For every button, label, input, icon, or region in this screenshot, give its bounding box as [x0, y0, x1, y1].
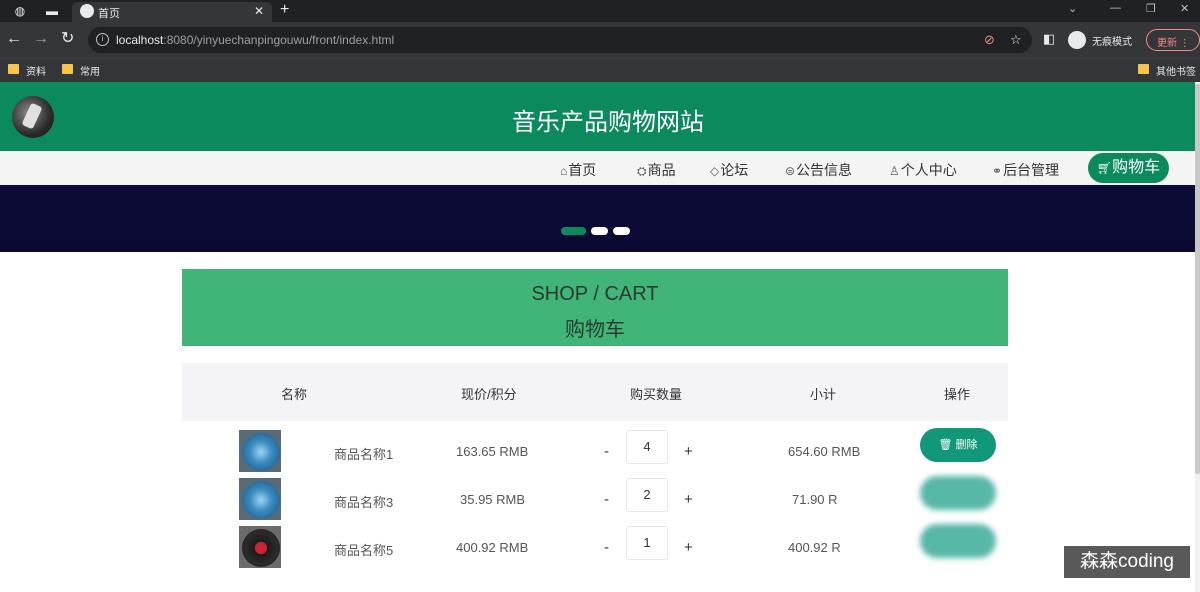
tag-icon: ◇ [710, 164, 720, 178]
reload-icon[interactable]: ↻ [61, 30, 74, 48]
main-nav: ⌂首页 ⛭商品 ◇论坛 ⊜公告信息 ♙个人中心 ⚭后台管理 🛒︎购物车 [0, 151, 1200, 185]
quantity-decrease-button[interactable]: - [604, 443, 609, 460]
site-header: 音乐产品购物网站 [0, 82, 1200, 151]
quantity-increase-button[interactable]: + [684, 443, 693, 460]
product-price: 35.95 RMB [460, 492, 526, 507]
update-button[interactable]: 更新 ⋮ [1146, 29, 1200, 51]
delete-button[interactable]: 🗑︎ 删除 [920, 428, 996, 462]
column-header: 购买数量 [630, 387, 683, 402]
site-title: 音乐产品购物网站 [512, 109, 704, 136]
user-icon: ♙ [889, 164, 900, 178]
bookmarks-bar: 资料 常用 其他书签 [0, 58, 1200, 82]
url-text: localhost:8080/yinyuechanpingouwu/front/… [116, 33, 395, 47]
bookmark-folder[interactable]: 常用 [62, 63, 100, 78]
minimize-icon[interactable]: — [1110, 2, 1121, 14]
notice-icon: ⊜ [785, 164, 796, 178]
close-icon[interactable]: ✕ [254, 4, 264, 18]
cart-button[interactable]: 🛒︎购物车 [1088, 153, 1169, 183]
banner-carousel [0, 185, 1200, 252]
nav-admin[interactable]: ⚭后台管理 [992, 160, 1059, 180]
product-subtotal: 654.60 RMB [788, 444, 861, 459]
forward-icon[interactable]: → [33, 30, 49, 48]
column-header: 名称 [281, 387, 308, 402]
table-row: 商品名称1 163.65 RMB - 4 + 654.60 RMB 🗑︎ 删除 [182, 426, 1008, 474]
trash-icon: 🗑︎ [938, 439, 953, 451]
quantity-decrease-button[interactable]: - [604, 491, 609, 508]
info-icon[interactable]: i [96, 33, 109, 46]
column-header: 小计 [810, 387, 837, 402]
table-row: 商品名称3 35.95 RMB - 2 + 71.90 R [182, 474, 1008, 522]
scrollbar-thumb[interactable] [1195, 84, 1200, 474]
carousel-dot[interactable] [591, 227, 608, 235]
address-bar[interactable]: i localhost:8080/yinyuechanpingouwu/fron… [88, 27, 1032, 53]
blurred-region [844, 528, 894, 558]
incognito-label: 无痕模式 [1092, 37, 1132, 48]
link-icon: ⚭ [992, 164, 1003, 178]
product-price: 163.65 RMB [456, 444, 529, 459]
product-name[interactable]: 商品名称3 [334, 492, 393, 511]
back-icon[interactable]: ← [6, 30, 22, 48]
blocked-icon[interactable]: ⊘ [984, 32, 995, 48]
product-name[interactable]: 商品名称5 [334, 540, 393, 559]
bookmark-folder[interactable]: 资料 [8, 63, 46, 78]
carousel-dot[interactable] [613, 227, 630, 235]
product-name[interactable]: 商品名称1 [334, 444, 393, 463]
chevron-down-icon[interactable]: ⌄ [1068, 2, 1077, 15]
nav-notice[interactable]: ⊜公告信息 [785, 160, 852, 180]
product-thumbnail[interactable] [239, 478, 281, 520]
cart-table-header: 名称 现价/积分 购买数量 小计 操作 [182, 363, 1008, 421]
cart-heading-en: SHOP / CART [531, 283, 659, 305]
restore-icon[interactable]: ❐ [1146, 2, 1156, 15]
cart-icon: 🛒︎ [1096, 161, 1113, 175]
cart-section-header: SHOP / CART 购物车 [182, 269, 1008, 346]
delete-button[interactable] [920, 524, 996, 558]
bookmark-folder[interactable]: 其他书签 [1138, 63, 1196, 78]
quantity-increase-button[interactable]: + [684, 539, 693, 556]
sidebar-icon[interactable]: ◧ [1043, 30, 1055, 48]
table-row: 商品名称5 400.92 RMB - 1 + 400.92 R [182, 522, 1008, 570]
nav-goods[interactable]: ⛭商品 [637, 160, 676, 180]
nav-profile[interactable]: ♙个人中心 [889, 160, 957, 180]
incognito-avatar-icon[interactable] [1068, 31, 1086, 49]
browser-tab[interactable]: 首页 ✕ [72, 2, 272, 22]
nav-forum[interactable]: ◇论坛 [710, 160, 748, 180]
browser-tab-bar: ◍ ▬ 首页 ✕ + ⌄ — ❐ ✕ [0, 0, 1200, 22]
globe-icon [80, 4, 94, 18]
goods-icon: ⛭ [637, 164, 647, 178]
blurred-region [844, 480, 894, 510]
browser-toolbar: ← → ↻ i localhost:8080/yinyuechanpingouw… [0, 22, 1200, 58]
quantity-input[interactable]: 1 [626, 526, 668, 560]
product-thumbnail[interactable] [239, 430, 281, 472]
column-header: 操作 [944, 387, 971, 402]
product-subtotal: 400.92 R [788, 540, 841, 555]
product-price: 400.92 RMB [456, 540, 529, 555]
quantity-input[interactable]: 2 [626, 478, 668, 512]
globe-icon[interactable]: ◍ [12, 3, 28, 19]
delete-button[interactable] [920, 476, 996, 510]
carousel-dot-active[interactable] [561, 227, 586, 235]
window-icon[interactable]: ▬ [44, 3, 60, 19]
column-header: 现价/积分 [461, 387, 517, 402]
quantity-increase-button[interactable]: + [684, 491, 693, 508]
product-subtotal: 71.90 R [792, 492, 838, 507]
watermark: 森森coding [1064, 546, 1190, 578]
quantity-input[interactable]: 4 [626, 430, 668, 464]
cart-heading-zh: 购物车 [565, 319, 625, 341]
new-tab-button[interactable]: + [280, 1, 289, 19]
close-window-icon[interactable]: ✕ [1180, 2, 1189, 15]
quantity-decrease-button[interactable]: - [604, 539, 609, 556]
home-icon: ⌂ [560, 164, 568, 178]
tab-title: 首页 [98, 8, 120, 20]
product-thumbnail[interactable] [239, 526, 281, 568]
star-icon[interactable]: ☆ [1010, 32, 1022, 48]
nav-home[interactable]: ⌂首页 [560, 160, 596, 180]
